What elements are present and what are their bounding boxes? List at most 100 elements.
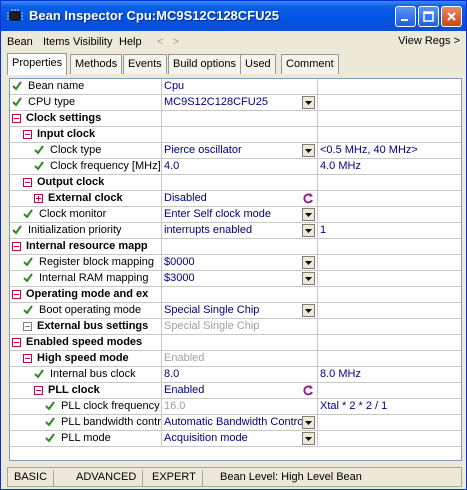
property-value-cell[interactable]: Cpu <box>162 79 318 94</box>
menu-help[interactable]: Help <box>119 36 142 48</box>
tab-events[interactable]: Events <box>123 54 167 74</box>
property-row[interactable]: External clock Disabled <box>10 191 461 207</box>
property-value-cell[interactable] <box>162 335 318 350</box>
property-value-cell[interactable]: Enter Self clock mode <box>162 207 318 222</box>
collapse-minus-icon[interactable] <box>34 386 43 395</box>
property-value-cell[interactable]: $0000 <box>162 255 318 270</box>
refresh-icon[interactable] <box>302 192 315 205</box>
property-name-cell: Internal bus clock <box>10 367 162 382</box>
property-row[interactable]: Initialization priority interrupts enable… <box>10 223 461 239</box>
property-row[interactable]: PLL clock frequency 16.0 Xtal * 2 * 2 / 1 <box>10 399 461 415</box>
property-value-cell[interactable] <box>162 287 318 302</box>
property-info-cell: <0.5 MHz, 40 MHz> <box>318 143 461 158</box>
refresh-icon[interactable] <box>302 384 315 397</box>
property-row[interactable]: PLL mode Acquisition mode <box>10 431 461 447</box>
property-row[interactable]: High speed mode Enabled <box>10 351 461 367</box>
check-icon <box>34 369 44 379</box>
close-button[interactable] <box>441 6 462 27</box>
property-name: Output clock <box>37 176 105 188</box>
property-name-cell: Clock monitor <box>10 207 162 222</box>
property-row[interactable]: PLL clock Enabled <box>10 383 461 399</box>
property-value-cell[interactable]: 8.0 <box>162 367 318 382</box>
tab-properties[interactable]: Properties <box>7 53 68 75</box>
property-row[interactable]: Internal resource mapp <box>10 239 461 255</box>
collapse-minus-icon[interactable] <box>23 354 32 363</box>
property-row[interactable]: PLL bandwidth contr Automatic Bandwidth C… <box>10 415 461 431</box>
dropdown-arrow-icon[interactable] <box>302 144 315 157</box>
property-row[interactable]: Clock type Pierce oscillator <0.5 MHz, 40 … <box>10 143 461 159</box>
property-value-cell[interactable]: 4.0 <box>162 159 318 174</box>
property-row[interactable]: Register block mapping $0000 <box>10 255 461 271</box>
property-name: Bean name <box>28 80 85 92</box>
property-row[interactable]: Enabled speed modes <box>10 335 461 351</box>
collapse-minus-icon[interactable] <box>12 338 21 347</box>
dropdown-arrow-icon[interactable] <box>302 416 315 429</box>
menu-items-visibility[interactable]: Items Visibility <box>43 36 112 48</box>
property-value-cell[interactable]: Special Single Chip <box>162 303 318 318</box>
dropdown-arrow-icon[interactable] <box>302 432 315 445</box>
property-info-cell <box>318 431 461 446</box>
tab-build-options[interactable]: Build options <box>168 54 241 74</box>
dropdown-arrow-icon[interactable] <box>302 224 315 237</box>
collapse-minus-icon[interactable] <box>12 242 21 251</box>
nav-forward-button[interactable]: > <box>173 36 179 48</box>
property-value-cell[interactable]: Acquisition mode <box>162 431 318 446</box>
property-row[interactable]: Clock frequency [MHz] 4.0 4.0 MHz <box>10 159 461 175</box>
property-name: Clock settings <box>26 112 102 124</box>
expert-mode-button[interactable]: EXPERT <box>146 470 203 486</box>
property-value-cell[interactable]: Disabled <box>162 191 318 206</box>
property-value-cell[interactable]: Special Single Chip <box>162 319 318 334</box>
tab-used[interactable]: Used <box>240 54 276 74</box>
property-value-cell[interactable]: 16.0 <box>162 399 318 414</box>
property-row[interactable]: Clock monitor Enter Self clock mode <box>10 207 461 223</box>
minimize-button[interactable] <box>395 6 416 27</box>
property-value-cell[interactable]: Enabled <box>162 351 318 366</box>
property-value-cell[interactable] <box>162 127 318 142</box>
collapse-minus-icon[interactable] <box>12 290 21 299</box>
property-row[interactable]: Operating mode and ex <box>10 287 461 303</box>
dropdown-arrow-icon[interactable] <box>302 208 315 221</box>
title-bar[interactable]: Bean Inspector Cpu:MC9S12C128CFU25 <box>1 1 466 31</box>
property-value-cell[interactable]: MC9S12C128CFU25 <box>162 95 318 110</box>
expand-plus-icon[interactable] <box>34 194 43 203</box>
collapse-minus-icon[interactable] <box>23 130 32 139</box>
property-info-cell: 8.0 MHz <box>318 367 461 382</box>
property-value-cell[interactable] <box>162 111 318 126</box>
property-value-cell[interactable]: Pierce oscillator <box>162 143 318 158</box>
property-row[interactable]: Internal bus clock 8.0 8.0 MHz <box>10 367 461 383</box>
basic-mode-button[interactable]: BASIC <box>8 470 55 486</box>
collapse-minus-icon[interactable] <box>23 322 32 331</box>
property-value-cell[interactable] <box>162 239 318 254</box>
view-regs-button[interactable]: View Regs > <box>398 35 460 47</box>
tab-comment[interactable]: Comment <box>281 54 339 74</box>
property-value-cell[interactable] <box>162 175 318 190</box>
collapse-minus-icon[interactable] <box>23 178 32 187</box>
dropdown-arrow-icon[interactable] <box>302 256 315 269</box>
property-info-cell <box>318 271 461 286</box>
dropdown-arrow-icon[interactable] <box>302 304 315 317</box>
property-value-cell[interactable]: Enabled <box>162 383 318 398</box>
property-value-cell[interactable]: interrupts enabled <box>162 223 318 238</box>
property-value: Special Single Chip <box>164 304 260 316</box>
property-row[interactable]: Boot operating mode Special Single Chip <box>10 303 461 319</box>
menu-bean[interactable]: Bean <box>7 36 33 48</box>
dropdown-arrow-icon[interactable] <box>302 272 315 285</box>
property-name-cell: Register block mapping <box>10 255 162 270</box>
property-row[interactable]: CPU type MC9S12C128CFU25 <box>10 95 461 111</box>
maximize-button[interactable] <box>418 6 439 27</box>
property-row[interactable]: Output clock <box>10 175 461 191</box>
collapse-minus-icon[interactable] <box>12 114 21 123</box>
property-name-cell: Initialization priority <box>10 223 162 238</box>
advanced-mode-button[interactable]: ADVANCED <box>70 470 144 486</box>
dropdown-arrow-icon[interactable] <box>302 96 315 109</box>
property-value-cell[interactable]: Automatic Bandwidth Control <box>162 415 318 430</box>
tab-methods[interactable]: Methods <box>70 54 123 74</box>
property-row[interactable]: Internal RAM mapping $3000 <box>10 271 461 287</box>
nav-back-button[interactable]: < <box>157 36 163 48</box>
property-row[interactable]: Input clock <box>10 127 461 143</box>
property-row[interactable]: External bus settings Special Single Chip <box>10 319 461 335</box>
property-row[interactable]: Bean name Cpu <box>10 79 461 95</box>
property-value-cell[interactable]: $3000 <box>162 271 318 286</box>
property-row[interactable]: Clock settings <box>10 111 461 127</box>
property-name: External clock <box>48 192 123 204</box>
